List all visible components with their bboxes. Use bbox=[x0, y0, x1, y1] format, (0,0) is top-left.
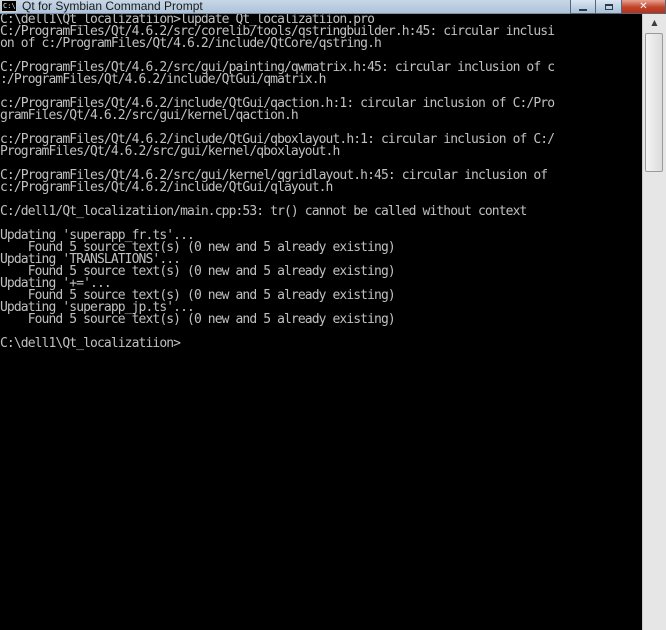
maximize-button[interactable] bbox=[596, 0, 622, 14]
console-output[interactable]: C:\dell1\Qt_localizatiion>lupdate Qt_loc… bbox=[0, 14, 642, 630]
console-line: on of c:/ProgramFiles/Qt/4.6.2/include/Q… bbox=[0, 36, 382, 51]
close-button[interactable]: ✕ bbox=[622, 0, 666, 14]
title-bar[interactable]: C:\ Qt for Symbian Command Prompt ✕ bbox=[0, 0, 666, 14]
console-line: :/ProgramFiles/Qt/4.6.2/include/QtGui/qm… bbox=[0, 72, 326, 87]
console-line: C:\dell1\Qt_localizatiion> bbox=[0, 336, 181, 351]
scroll-up-arrow-icon: ▲ bbox=[651, 18, 658, 27]
close-icon: ✕ bbox=[639, 1, 648, 12]
minimize-button[interactable] bbox=[570, 0, 596, 14]
console-line: c:/ProgramFiles/Qt/4.6.2/include/QtGui/q… bbox=[0, 180, 333, 195]
command-prompt-icon[interactable]: C:\ bbox=[1, 0, 17, 12]
minimize-icon bbox=[579, 8, 587, 11]
console-line: Found 5 source text(s) (0 new and 5 alre… bbox=[0, 312, 396, 327]
caption-buttons: ✕ bbox=[570, 0, 666, 14]
console-line: gramFiles/Qt/4.6.2/src/gui/kernel/qactio… bbox=[0, 108, 299, 123]
console-line: C:/dell1/Qt_localizatiion/main.cpp:53: t… bbox=[0, 204, 527, 219]
maximize-icon bbox=[604, 3, 613, 10]
console-text: C:\dell1\Qt_localizatiion>lupdate Qt_loc… bbox=[0, 14, 642, 350]
console-line: ProgramFiles/Qt/4.6.2/src/gui/kernel/qbo… bbox=[0, 144, 340, 159]
window-title: Qt for Symbian Command Prompt bbox=[22, 0, 203, 13]
command-prompt-window: C:\ Qt for Symbian Command Prompt ✕ C:\d… bbox=[0, 0, 666, 630]
scrollbar-thumb[interactable] bbox=[645, 33, 663, 172]
vertical-scrollbar[interactable]: ▲ bbox=[642, 14, 666, 630]
scroll-up-button[interactable]: ▲ bbox=[643, 14, 666, 31]
